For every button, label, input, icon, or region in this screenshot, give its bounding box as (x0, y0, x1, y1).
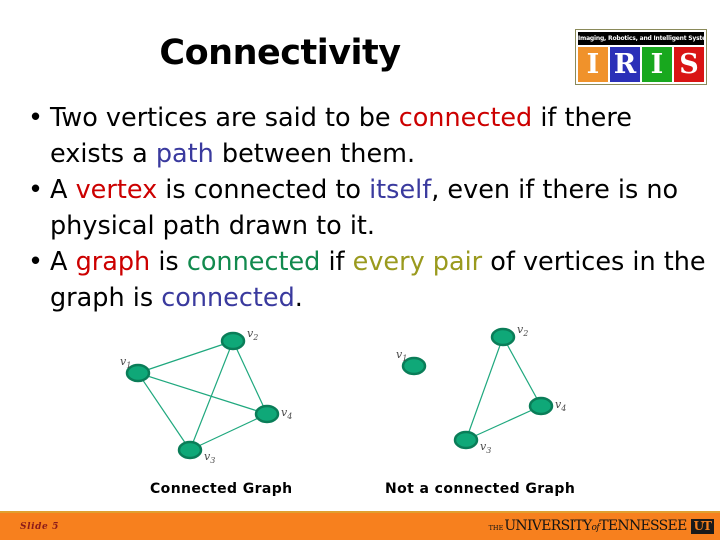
slide-number: Slide 5 (20, 522, 59, 532)
graph-edge (137, 340, 234, 374)
bullet-run: . (294, 283, 303, 313)
graph-node-label-v3: v3 (480, 440, 491, 455)
list-item: • A vertex is connected to itself, even … (14, 172, 714, 244)
graph-node-label-v2: v2 (517, 323, 528, 338)
ut-the: THE (488, 524, 504, 532)
list-item: • A graph is connected if every pair of … (14, 244, 714, 316)
slide-canvas: Connectivity Imaging, Robotics, and Inte… (0, 0, 720, 540)
ut-wordmark: THE UNIVERSITY of TENNESSEE (488, 518, 688, 534)
bullet-run: path (155, 139, 214, 169)
bullet-run: between them. (213, 139, 416, 169)
bullet-run: vertex (75, 175, 158, 205)
bullet-run: itself (369, 175, 432, 205)
graph-node-v2 (220, 331, 246, 351)
bullet-run: graph (75, 247, 151, 277)
bullet-run: connected (186, 247, 321, 277)
university-of-tennessee-logo: THE UNIVERSITY of TENNESSEE UT (489, 518, 714, 534)
bullet-text: A vertex is connected to itself, even if… (50, 175, 678, 241)
graph-edge (465, 405, 542, 441)
ut-university: UNIVERSITY (504, 518, 592, 534)
ut-monogram: UT (690, 518, 714, 534)
graph-edge (137, 372, 268, 415)
bullet-run: Two vertices are said to be (50, 103, 399, 133)
graph-node-label-v4: v4 (281, 406, 292, 421)
graph-node-v4 (254, 404, 280, 424)
bullet-marker-icon: • (28, 247, 44, 277)
caption-disconnected-graph: Not a connected Graph (385, 481, 576, 497)
bullet-run: A (50, 247, 76, 277)
bullet-marker-icon: • (28, 175, 44, 205)
graph-edge (465, 336, 504, 441)
iris-logo: Imaging, Robotics, and Intelligent Syste… (575, 29, 707, 85)
bullet-run: is (150, 247, 187, 277)
ut-tennessee: TENNESSEE (599, 518, 687, 534)
figure-connected-graph: v1 v2 v3 v4 (120, 327, 292, 465)
page-title: Connectivity (159, 33, 401, 73)
graph-node-v2 (490, 327, 516, 347)
iris-letter-i-orange: I (578, 47, 608, 82)
bullet-marker-icon: • (28, 103, 44, 133)
bullet-run: if (320, 247, 353, 277)
graph-node-label-v4: v4 (555, 398, 566, 413)
graph-node-label-v3: v3 (204, 450, 215, 465)
bullet-run: is connected to (157, 175, 370, 205)
bullet-run: connected (161, 283, 295, 313)
bullet-list: • Two vertices are said to be connected … (14, 100, 714, 316)
graph-node-label-v2: v2 (247, 327, 258, 342)
graph-node-v3 (177, 440, 203, 460)
graph-node-v3 (453, 430, 479, 450)
list-item: • Two vertices are said to be connected … (14, 100, 714, 172)
iris-letter-r-blue: R (610, 47, 640, 82)
iris-letter-row: I R I S (578, 47, 704, 82)
graph-edge (189, 340, 234, 451)
bullet-run: A (50, 175, 76, 205)
iris-letter-i-green: I (642, 47, 672, 82)
graph-edge (502, 336, 542, 407)
iris-tagline: Imaging, Robotics, and Intelligent Syste… (578, 32, 704, 45)
graph-node-label-v1: v1 (396, 348, 407, 363)
bullet-text: A graph is connected if every pair of ve… (50, 247, 706, 313)
graph-node-v4 (528, 396, 554, 416)
bullet-text: Two vertices are said to be connected if… (50, 103, 632, 169)
caption-connected-graph: Connected Graph (150, 481, 293, 497)
iris-letter-s-red: S (674, 47, 704, 82)
bullet-run: every pair (352, 247, 483, 277)
figure-disconnected-graph: v1 v2 v3 v4 (396, 323, 566, 455)
footer-bar: Slide 5 THE UNIVERSITY of TENNESSEE UT (0, 511, 720, 540)
bullet-run: connected (398, 103, 533, 133)
ut-of: of (591, 523, 600, 533)
graph-edge (232, 340, 268, 415)
graph-node-label-v1: v1 (120, 355, 131, 370)
graph-edge (137, 372, 191, 451)
